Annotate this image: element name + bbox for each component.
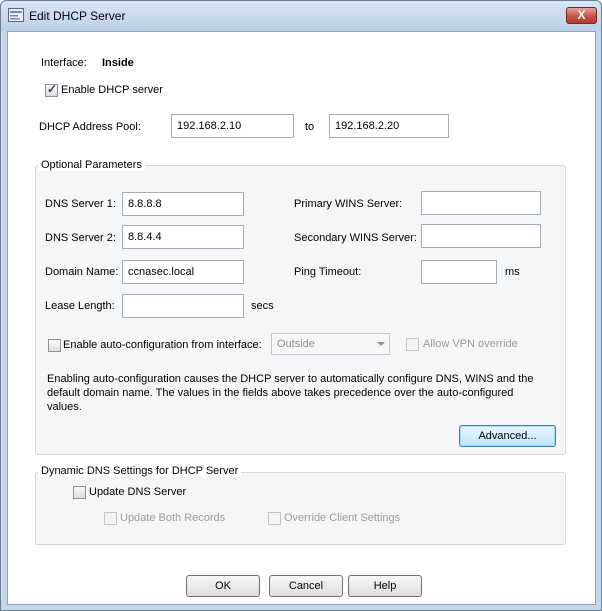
chevron-down-icon [377,342,385,346]
ping-unit-label: ms [505,266,520,278]
lease-length-input[interactable] [122,294,244,318]
dialog-body: Interface: Inside Enable DHCP server DHC… [7,31,596,605]
close-button[interactable]: X [566,7,597,24]
dialog-window: Edit DHCP Server X Interface: Inside Ena… [0,0,602,611]
description-line-1: Enabling auto-configuration causes the D… [47,373,534,385]
address-pool-label: DHCP Address Pool: [39,121,141,133]
primary-wins-label: Primary WINS Server: [294,198,403,210]
enable-dhcp-label: Enable DHCP server [61,84,163,96]
auto-config-interface-select[interactable]: Outside [271,333,390,355]
lease-length-label: Lease Length: [45,300,115,312]
ddns-settings-group [35,472,566,545]
app-icon [8,8,24,22]
advanced-button[interactable]: Advanced... [459,425,556,447]
domain-name-label: Domain Name: [45,266,119,278]
description-line-3: values. [47,401,82,413]
ok-button[interactable]: OK [186,575,260,597]
domain-name-input[interactable]: ccnasec.local [122,260,244,284]
title-bar[interactable]: Edit DHCP Server X [1,1,601,31]
secondary-wins-label: Secondary WINS Server: [294,232,417,244]
description-line-2: default domain name. The values in the f… [47,387,514,399]
auto-config-label: Enable auto-configuration from interface… [63,339,262,351]
lease-unit-label: secs [251,300,274,312]
update-dns-server-label: Update DNS Server [89,486,187,498]
dns2-input[interactable]: 8.8.4.4 [122,225,244,249]
window-title: Edit DHCP Server [29,9,126,23]
override-client-settings-checkbox[interactable] [268,512,281,525]
dns2-label: DNS Server 2: [45,232,116,244]
ping-timeout-input[interactable] [421,260,497,284]
allow-vpn-override-label: Allow VPN override [423,338,518,350]
cancel-button[interactable]: Cancel [269,575,343,597]
ping-timeout-label: Ping Timeout: [294,266,362,278]
interface-value: Inside [102,57,134,69]
interface-label: Interface: [41,57,87,69]
enable-dhcp-checkbox[interactable] [45,82,58,97]
auto-config-description: Enabling auto-configuration causes the D… [47,372,534,414]
close-icon: X [577,8,586,22]
allow-vpn-override-checkbox[interactable] [406,338,419,351]
update-dns-server-checkbox[interactable] [73,486,86,499]
pool-to-label: to [305,121,315,133]
update-both-records-checkbox[interactable] [104,512,117,525]
pool-start-input[interactable]: 192.168.2.10 [171,114,294,138]
optional-parameters-title: Optional Parameters [38,159,145,171]
dns1-label: DNS Server 1: [45,198,116,210]
auto-config-interface-value: Outside [277,338,315,350]
help-button[interactable]: Help [348,575,422,597]
secondary-wins-input[interactable] [421,224,541,248]
override-client-settings-label: Override Client Settings [284,512,401,524]
dns1-input[interactable]: 8.8.8.8 [122,192,244,216]
ddns-settings-title: Dynamic DNS Settings for DHCP Server [38,465,242,477]
pool-end-input[interactable]: 192.168.2.20 [329,114,449,138]
auto-config-checkbox[interactable] [48,339,61,352]
update-both-records-label: Update Both Records [120,512,226,524]
primary-wins-input[interactable] [421,191,541,215]
